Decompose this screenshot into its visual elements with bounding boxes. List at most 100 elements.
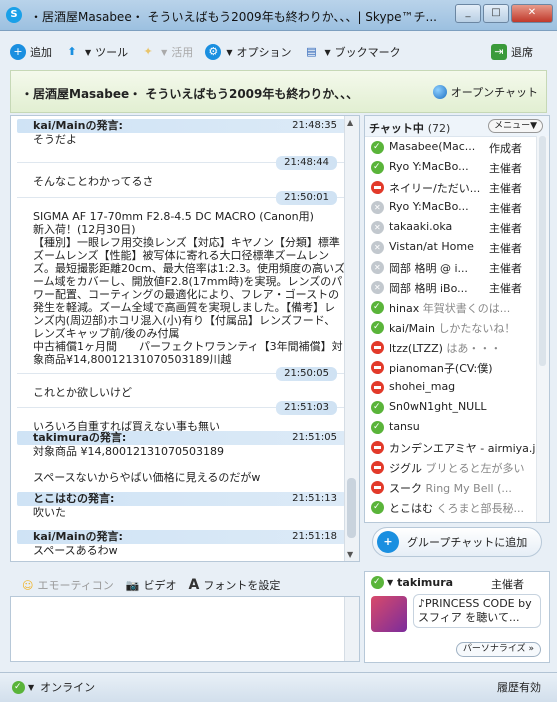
member-role: 主催者	[489, 202, 522, 215]
member-scroll-thumb[interactable]	[539, 136, 546, 366]
member-name: ネイリー/ただい...	[389, 180, 489, 196]
member-row[interactable]: ltzz(LTZZ) はあ・・・	[365, 337, 549, 357]
online-status-icon	[371, 321, 384, 334]
member-name-text: 岡部 格明 iBo...	[389, 282, 468, 295]
member-row[interactable]: takaaki.oka 主催者	[365, 217, 549, 237]
member-row[interactable]: shohei_mag	[365, 377, 549, 397]
tools-button[interactable]: ⬆ ▼ ツール	[64, 44, 128, 60]
member-name-text: 岡部 格明 @ i...	[389, 262, 469, 275]
scroll-up-icon[interactable]: ▲	[347, 118, 353, 127]
member-name-text: tansu	[389, 420, 420, 433]
maximize-button[interactable]: □	[483, 4, 509, 23]
add-icon: +	[377, 531, 399, 553]
member-name-text: pianoman子(CV:僕)	[389, 362, 493, 375]
member-row[interactable]: Ryo Y:MacBo... 主催者	[365, 197, 549, 217]
open-chat-link[interactable]: オープンチャット	[432, 84, 538, 100]
message: とこはむの発言: 21:51:13 吹いた	[17, 492, 345, 519]
member-name: hinax 年賀状書くのは...	[389, 300, 539, 316]
member-name-text: Ryo Y:MacBo...	[389, 200, 469, 213]
member-name: 岡部 格明 iBo...	[389, 280, 489, 296]
message-header: kai/Mainの発言: 21:51:18	[17, 530, 345, 544]
member-row[interactable]: カンデンエアミヤ - airmiya.jp	[365, 437, 549, 457]
input-scrollbar[interactable]	[344, 597, 359, 661]
member-row[interactable]: Sn0wN1ght_NULL	[365, 397, 549, 417]
online-status-button[interactable]: ▼ オンライン	[12, 679, 95, 695]
message-text: 対象商品 ¥14,80012131070503189 スペースないからやばい価格…	[33, 445, 261, 484]
use-button[interactable]: ✦ ▼ 活用	[140, 44, 194, 60]
minimize-button[interactable]: _	[455, 4, 481, 23]
member-name: Ryo Y:MacBo...	[389, 160, 489, 173]
add-icon: +	[10, 44, 26, 60]
message: kai/Mainの発言: 21:51:18 スペースあるわw	[17, 530, 345, 557]
bookmark-icon: ▤	[306, 45, 317, 58]
chat-topic: ・居酒屋Masabee・ そういえばもう2009年も終わりか、、、	[21, 87, 359, 101]
emoticon-button[interactable]: ☺ エモーティコン	[22, 577, 114, 593]
member-row[interactable]: Ryo Y:MacBo... 主催者	[365, 157, 549, 177]
busy-status-icon	[371, 481, 384, 494]
message-sender: kai/Mainの発言:	[33, 530, 123, 543]
member-name: ltzz(LTZZ) はあ・・・	[389, 340, 539, 356]
member-name: kai/Main しかたないね！	[389, 320, 539, 336]
offline-status-icon	[371, 261, 384, 274]
video-button[interactable]: 📷 ビデオ	[126, 577, 177, 593]
open-chat-label: オープンチャット	[450, 86, 538, 99]
member-row[interactable]: 岡部 格明 @ i... 主催者	[365, 257, 549, 277]
member-list-header: チャット中 (72) メニュー▼	[365, 116, 549, 137]
member-mood: はあ・・・	[446, 342, 502, 355]
member-name-text: ltzz(LTZZ)	[389, 342, 447, 355]
member-row[interactable]: スーク Ring My Bell (...	[365, 477, 549, 497]
member-row[interactable]: tansu	[365, 417, 549, 437]
member-menu-button[interactable]: メニュー▼	[488, 119, 543, 133]
member-row[interactable]: hinax 年賀状書くのは...	[365, 297, 549, 317]
message-text: SIGMA AF 17-70mm F2.8-4.5 DC MACRO (Cano…	[33, 210, 345, 366]
member-name-text: Ryo Y:MacBo...	[389, 160, 469, 173]
member-name-text: hinax	[389, 302, 423, 315]
options-label: オプション	[236, 46, 292, 59]
message-time: 21:51:13	[292, 493, 337, 504]
member-scrollbar[interactable]	[536, 136, 549, 522]
message: 21:50:01 SIGMA AF 17-70mm F2.8-4.5 DC MA…	[17, 191, 345, 366]
bookmarks-button[interactable]: ▤ ▼ ブックマーク	[303, 44, 400, 60]
member-row[interactable]: 岡部 格明 iBo... 主催者	[365, 277, 549, 297]
close-button[interactable]: ✕	[511, 4, 553, 23]
emoticon-label: エモーティコン	[37, 579, 114, 592]
busy-status-icon	[371, 381, 384, 394]
member-row[interactable]: とこはむ くろまと部長秘...	[365, 497, 549, 517]
busy-status-icon	[371, 461, 384, 474]
member-row[interactable]: Vistan/at Home 主催者	[365, 237, 549, 257]
chat-history[interactable]: kai/Mainの発言: 21:48:35 そうだよ 21:48:44 そんなこと…	[10, 115, 360, 562]
scroll-down-icon[interactable]: ▼	[347, 550, 353, 559]
personalize-button[interactable]: パーソナライズ »	[455, 642, 541, 657]
member-row[interactable]: Masabee(Mac... 作成者	[365, 137, 549, 157]
member-row[interactable]: pianoman子(CV:僕)	[365, 357, 549, 377]
message: 21:50:05 これとか欲しいけど	[17, 367, 345, 399]
options-button[interactable]: ⚙ ▼ オプション	[205, 44, 291, 60]
member-name-text: kai/Main	[389, 322, 439, 335]
message-divider: 21:50:05	[17, 367, 345, 386]
offline-status-icon	[371, 281, 384, 294]
member-role: 主催者	[489, 282, 522, 295]
member-row[interactable]: ネイリー/ただい... 主催者	[365, 177, 549, 197]
member-role: 作成者	[489, 142, 522, 155]
profile-name[interactable]: ▼ takimura	[371, 576, 453, 589]
chevron-down-icon: ▼	[324, 47, 331, 57]
scroll-thumb[interactable]	[347, 478, 356, 538]
leave-button[interactable]: ⇥ 退席	[491, 44, 533, 60]
message: kai/Mainの発言: 21:48:35 そうだよ	[17, 119, 345, 146]
add-to-group-chat-button[interactable]: + グループチャットに追加	[372, 527, 542, 557]
history-status[interactable]: 履歴有効	[497, 679, 541, 695]
member-row[interactable]: ジグル ブリとると左が多い	[365, 457, 549, 477]
online-status-icon	[371, 576, 384, 589]
member-mood: ブリとると左が多い	[425, 462, 525, 475]
message-input[interactable]	[10, 596, 360, 662]
message-divider: 21:48:44	[17, 156, 345, 175]
member-name: 岡部 格明 @ i...	[389, 260, 489, 276]
chevron-down-icon: ▼	[161, 47, 168, 57]
member-name-text: shohei_mag	[389, 380, 456, 393]
profile-name-label: takimura	[397, 576, 454, 589]
member-row[interactable]: kai/Main しかたないね！	[365, 317, 549, 337]
add-button[interactable]: + 追加	[10, 44, 52, 60]
chat-scrollbar[interactable]: ▲ ▼	[344, 116, 359, 561]
member-name: スーク Ring My Bell (...	[389, 480, 539, 496]
font-button[interactable]: A フォントを設定	[189, 577, 281, 593]
